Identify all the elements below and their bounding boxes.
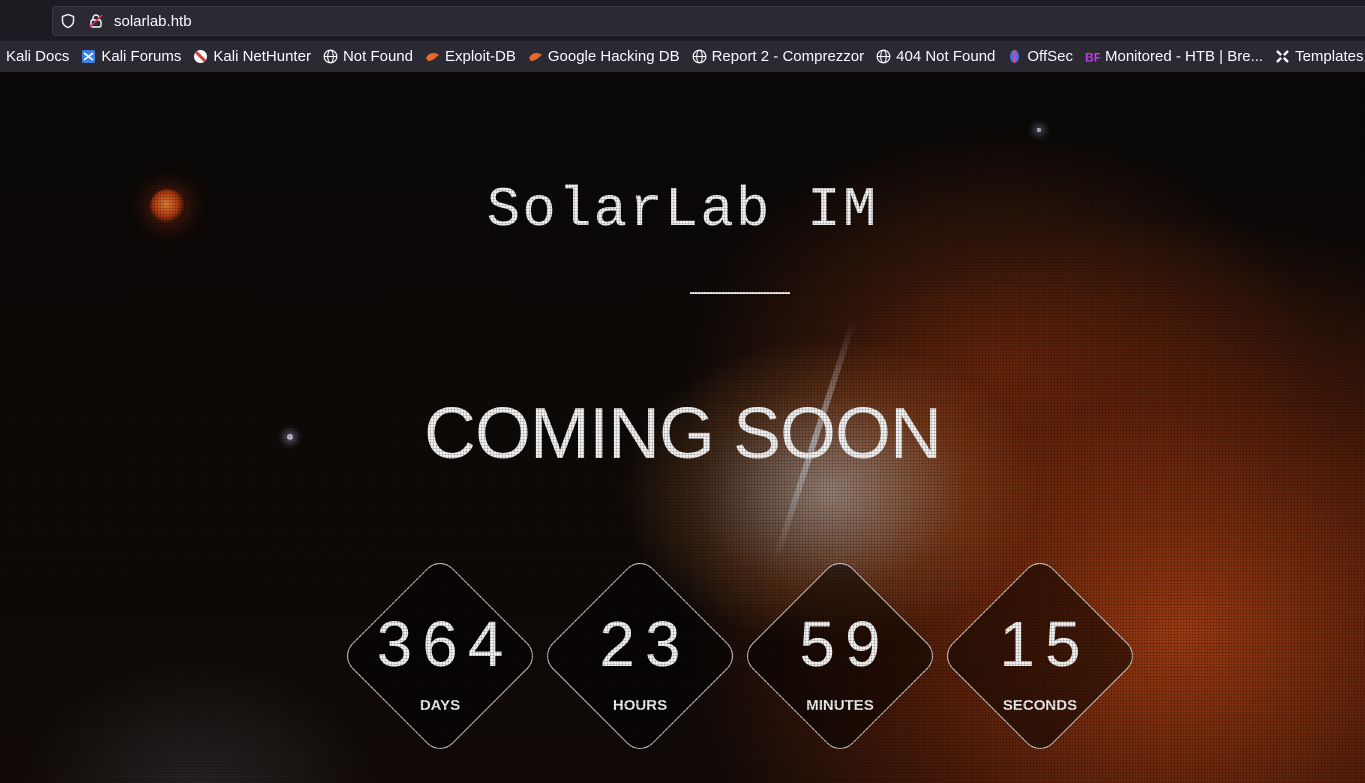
address-bar[interactable]: solarlab.htb <box>52 6 1365 36</box>
bookmark-label: Monitored - HTB | Bre... <box>1104 48 1264 65</box>
bookmark-label: Kali Docs <box>6 48 70 65</box>
offsec-icon <box>1010 50 1020 63</box>
bookmark-label: Not Found <box>342 48 413 65</box>
breachforums-icon: BF <box>1085 51 1100 64</box>
globe-icon <box>876 49 891 64</box>
minutes-label: MINUTES <box>806 697 874 714</box>
shield-icon[interactable] <box>60 13 76 29</box>
bookmark-label: Exploit-DB <box>444 48 516 65</box>
countdown-seconds: 15 SECONDS <box>939 555 1141 757</box>
hours-value: 23 <box>599 608 691 680</box>
globe-icon <box>323 49 338 64</box>
bookmark-label: Report 2 - Comprezzor <box>711 48 865 65</box>
bookmark-exploit-db[interactable]: Exploit-DB <box>425 48 516 65</box>
insecure-lock-icon[interactable] <box>88 13 104 29</box>
bookmark-templates[interactable]: Templates: C <box>1275 48 1365 65</box>
bookmark-google-hacking-db[interactable]: Google Hacking DB <box>528 48 680 65</box>
seconds-value: 15 <box>999 608 1091 680</box>
bookmark-report-2[interactable]: Report 2 - Comprezzor <box>692 48 865 65</box>
star-image <box>1037 128 1041 132</box>
bookmark-kali-nethunter[interactable]: Kali NetHunter <box>193 48 311 65</box>
bookmark-label: Kali NetHunter <box>213 48 311 65</box>
svg-text:BF: BF <box>1085 51 1100 64</box>
ghdb-icon <box>528 53 542 61</box>
bookmark-label: OffSec <box>1027 48 1073 65</box>
bookmark-404-not-found[interactable]: 404 Not Found <box>876 48 995 65</box>
exploit-db-icon <box>425 53 439 61</box>
bookmark-kali-docs[interactable]: Kali Docs <box>6 48 69 65</box>
title-divider <box>690 292 790 294</box>
days-value: 364 <box>376 608 514 680</box>
globe-icon <box>692 49 706 64</box>
countdown-days: 364 DAYS <box>339 555 541 757</box>
seconds-label: SECONDS <box>1002 697 1078 714</box>
joomla-icon <box>1276 50 1289 63</box>
site-title: SolarLab IM <box>486 178 879 242</box>
bookmark-label: Templates: C <box>1295 48 1365 65</box>
kali-nethunter-icon <box>194 50 208 63</box>
minutes-value: 59 <box>799 608 891 680</box>
bookmark-kali-forums[interactable]: Kali Forums <box>81 48 181 65</box>
coming-soon-heading: COMING SOON <box>423 394 942 474</box>
bookmark-monitored-htb[interactable]: BF Monitored - HTB | Bre... <box>1085 48 1263 65</box>
bookmark-label: Kali Forums <box>101 48 182 65</box>
url-text[interactable]: solarlab.htb <box>114 13 192 30</box>
countdown-minutes: 59 MINUTES <box>739 555 941 757</box>
bookmark-offsec[interactable]: OffSec <box>1007 48 1073 65</box>
bookmark-label: Google Hacking DB <box>547 48 680 65</box>
bookmark-not-found[interactable]: Not Found <box>323 48 413 65</box>
browser-toolbar: solarlab.htb <box>0 0 1365 41</box>
countdown-timer: 364 DAYS 23 HOURS 59 MINUTES 15 SECONDS <box>339 555 1141 757</box>
bookmark-label: 404 Not Found <box>896 48 996 65</box>
countdown-hours: 23 HOURS <box>539 555 741 757</box>
bookmarks-toolbar: Kali Docs Kali Forums Kali NetHunter Not… <box>0 41 1365 72</box>
kali-forums-icon <box>82 50 96 63</box>
hours-label: HOURS <box>612 697 668 714</box>
hero-background: SolarLab IM COMING SOON 364 DAYS 23 HOUR… <box>0 72 1365 783</box>
days-label: DAYS <box>419 697 461 714</box>
